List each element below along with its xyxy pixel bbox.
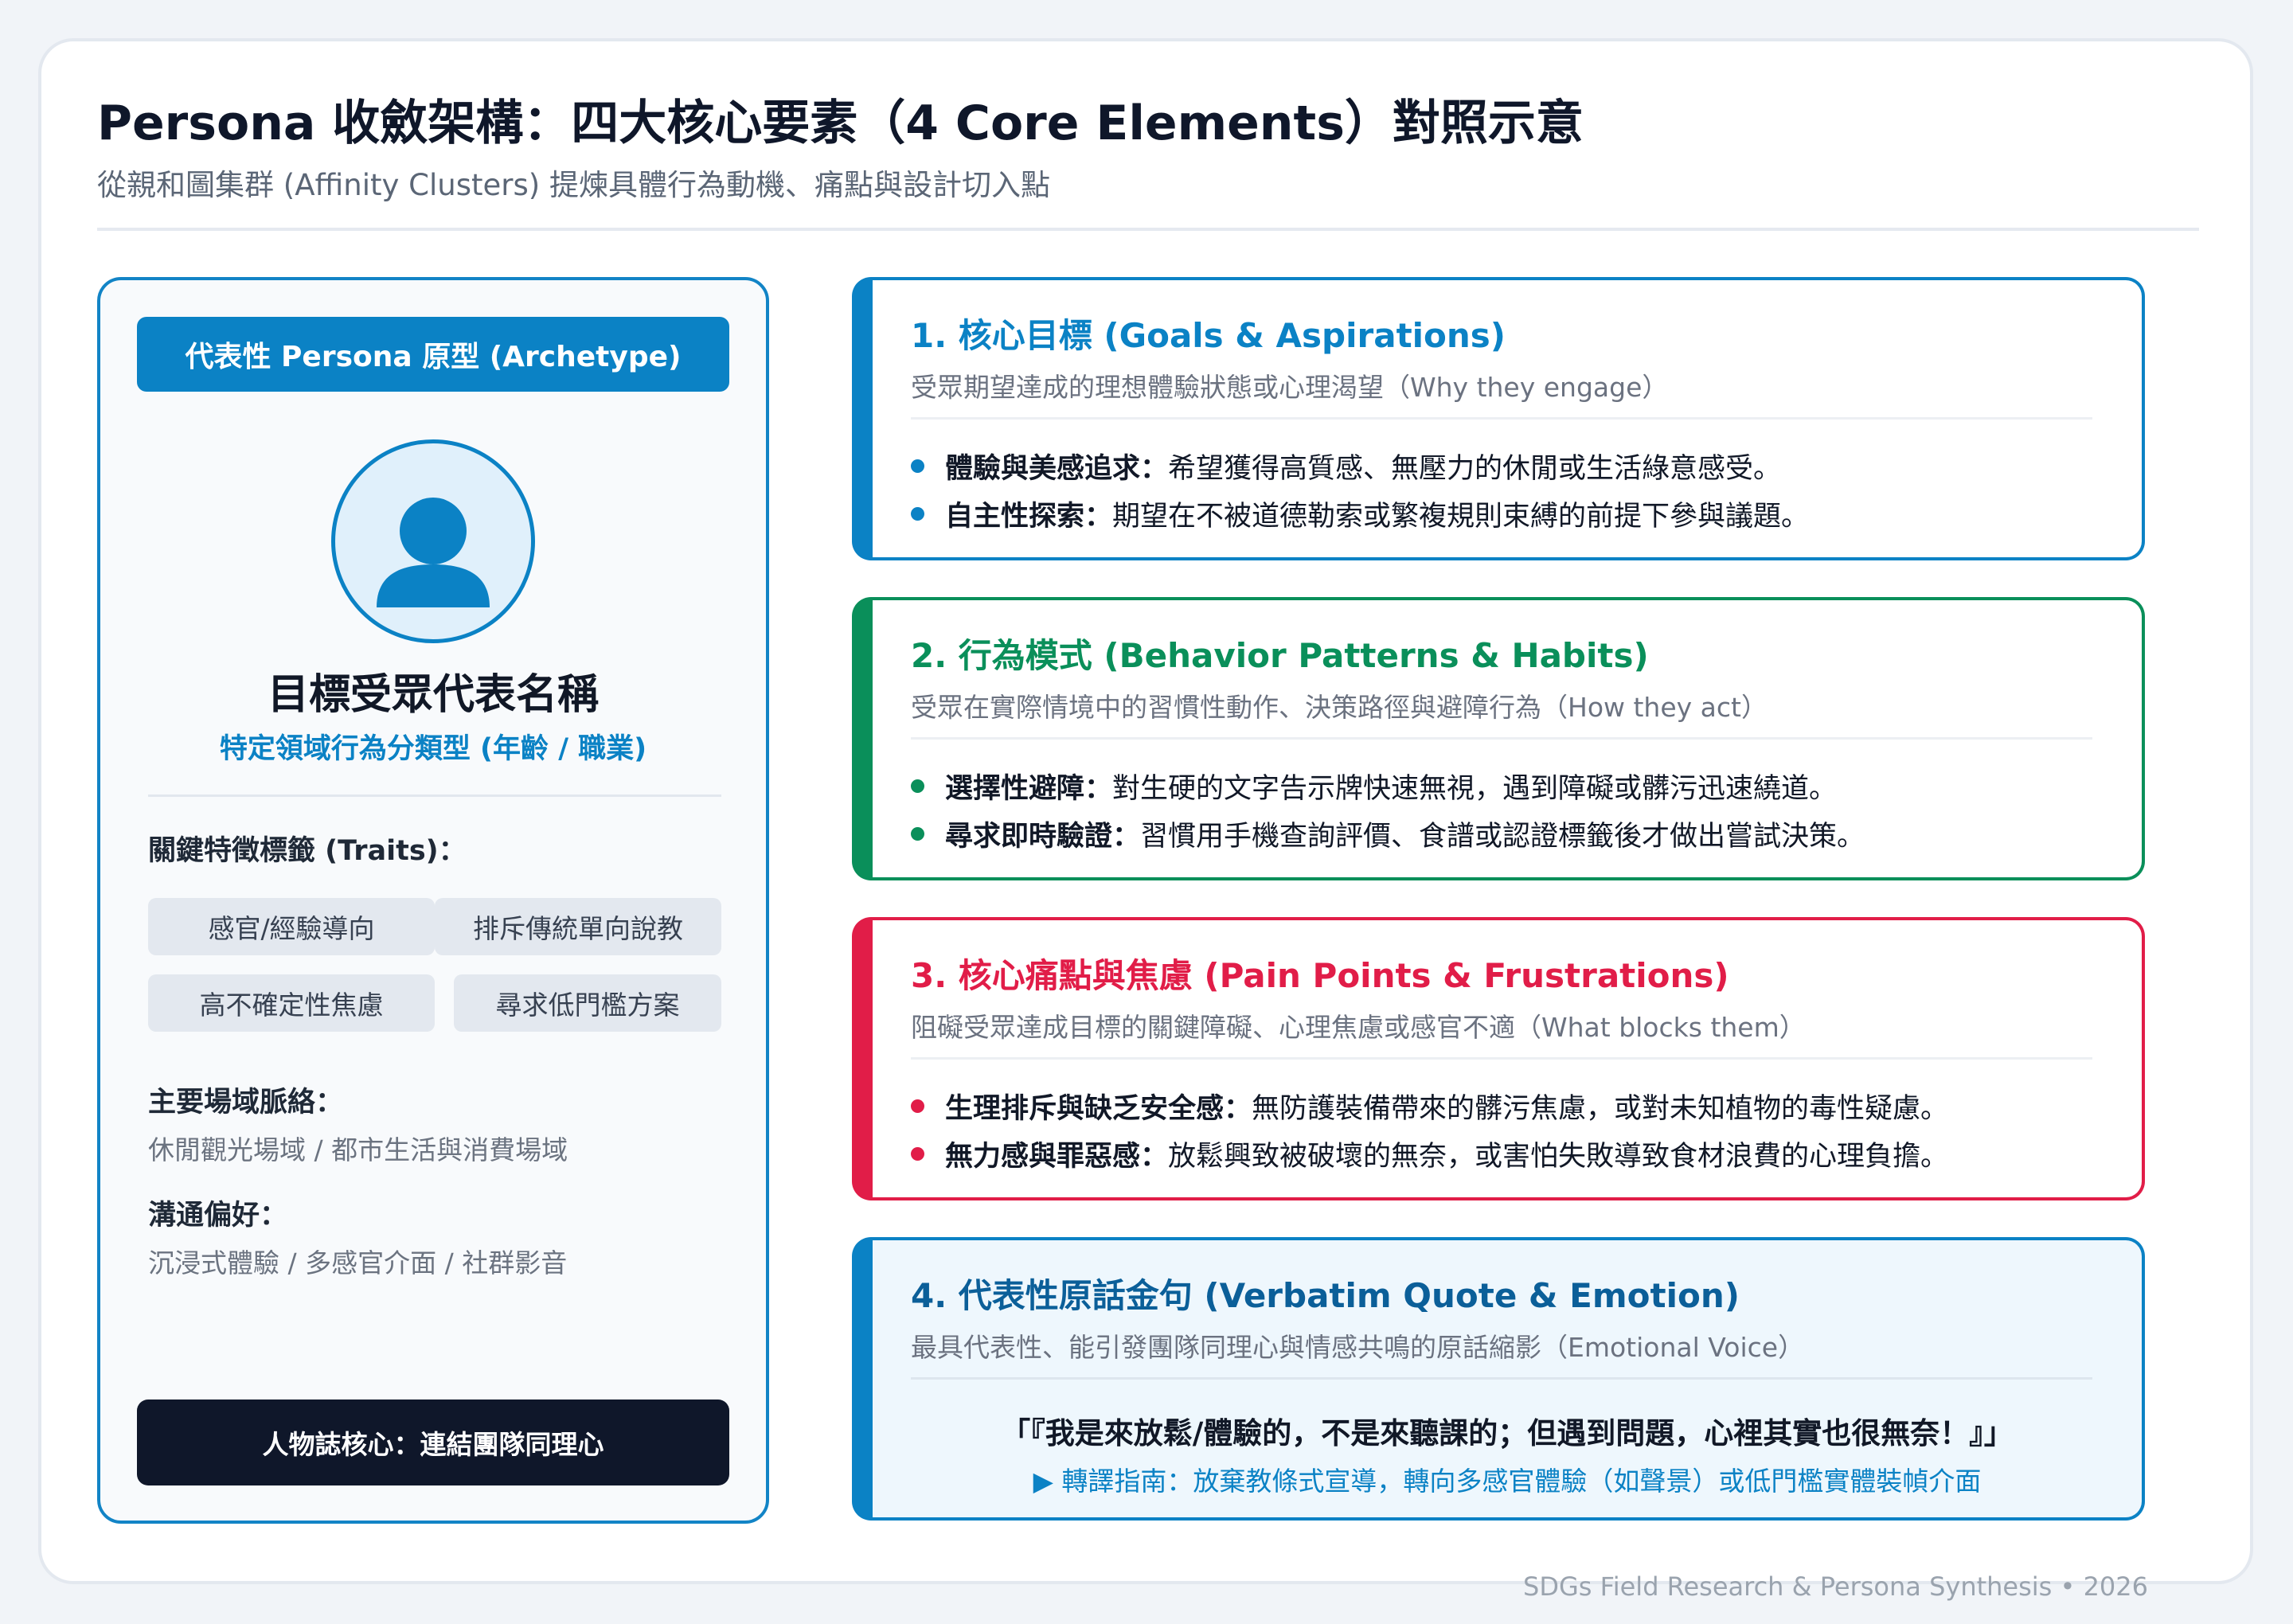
quote-desc: 最具代表性、能引發團隊同理心與情感共鳴的原話縮影（Emotional Voice… (911, 1332, 1805, 1363)
persona-name: 目標受眾代表名稱 (267, 671, 599, 719)
card-divider (911, 1057, 2092, 1060)
context-text: 休閒觀光場域 / 都市生活與消費場域 (148, 1134, 568, 1165)
bullet-text: 期望在不被道德勒索或繁複規則束縛的前提下參與議題。 (1112, 501, 1810, 533)
bullet-dot-icon (911, 1147, 924, 1161)
pain-points-card: 3. 核心痛點與焦慮 (Pain Points & Frustrations) … (852, 917, 2145, 1200)
bullet-label: 無力感與罪惡感： (945, 1141, 1169, 1173)
goals-card: 1. 核心目標 (Goals & Aspirations) 受眾期望達成的理想體… (852, 277, 2145, 560)
persona-card: 代表性 Persona 原型 (Archetype) 目標受眾代表名稱 特定領域… (97, 277, 769, 1524)
channel-text: 沉浸式體驗 / 多感官介面 / 社群影音 (148, 1247, 568, 1279)
persona-footer: 人物誌核心：連結團隊同理心 (137, 1400, 729, 1485)
traits-label: 關鍵特徵標籤 (Traits)： (148, 835, 467, 867)
page-title: Persona 收斂架構：四大核心要素（4 Core Elements）對照示意 (97, 96, 1584, 151)
page-subtitle: 從親和圖集群 (Affinity Clusters) 提煉具體行為動機、痛點與設… (97, 168, 1050, 202)
card-divider (911, 1377, 2092, 1380)
bullet-item: 體驗與美感追求：希望獲得高質感、無壓力的休閒或生活綠意感受。 (911, 446, 1781, 486)
quote-card: 4. 代表性原話金句 (Verbatim Quote & Emotion) 最具… (852, 1237, 2145, 1521)
trait-tag: 排斥傳統單向說教 (435, 898, 721, 955)
header-divider (97, 228, 2199, 231)
behavior-card: 2. 行為模式 (Behavior Patterns & Habits) 受眾在… (852, 597, 2145, 880)
pain-points-title: 3. 核心痛點與焦慮 (Pain Points & Frustrations) (911, 956, 1729, 995)
behavior-desc: 受眾在實際情境中的習慣性動作、決策路徑與避障行為（How they act） (911, 692, 1768, 723)
user-icon (377, 498, 490, 607)
behavior-title: 2. 行為模式 (Behavior Patterns & Habits) (911, 636, 1649, 675)
persona-divider (148, 794, 721, 797)
bullet-text: 放鬆興致被破壞的無奈，或害怕失敗導致食材浪費的心理負擔。 (1168, 1141, 1949, 1173)
bullet-item: 自主性探索：期望在不被道德勒索或繁複規則束縛的前提下參與議題。 (911, 494, 1809, 534)
persona-type: 特定領域行為分類型 (年齡 / 職業) (219, 733, 647, 765)
bullet-label: 生理排斥與缺乏安全感： (945, 1093, 1252, 1125)
bullet-dot-icon (911, 507, 924, 521)
bullet-label: 體驗與美感追求： (945, 453, 1169, 485)
trait-tag: 高不確定性焦慮 (148, 974, 435, 1032)
verbatim-quote: 「『我是來放鬆/體驗的，不是來聽課的；但遇到問題，心裡其實也很無奈！』」 (1001, 1416, 2014, 1450)
bullet-text: 希望獲得高質感、無壓力的休閒或生活綠意感受。 (1168, 453, 1782, 485)
card-divider (911, 417, 2092, 420)
bullet-dot-icon (911, 1099, 924, 1113)
channel-label: 溝通偏好： (148, 1200, 288, 1232)
bullet-item: 選擇性避障：對生硬的文字告示牌快速無視，遇到障礙或髒污迅速繞道。 (911, 766, 1837, 806)
footer-credit: SDGs Field Research & Persona Synthesis … (1523, 1571, 2148, 1602)
bullet-item: 生理排斥與缺乏安全感：無防護裝備帶來的髒污焦慮，或對未知植物的毒性疑慮。 (911, 1086, 1948, 1126)
avatar (331, 439, 535, 643)
bullet-item: 無力感與罪惡感：放鬆興致被破壞的無奈，或害怕失敗導致食材浪費的心理負擔。 (911, 1134, 1948, 1174)
pain-points-desc: 阻礙受眾達成目標的關鍵障礙、心理焦慮或感官不適（What blocks them… (911, 1012, 1806, 1043)
bullet-text: 對生硬的文字告示牌快速無視，遇到障礙或髒污迅速繞道。 (1112, 773, 1838, 805)
bullet-text: 無防護裝備帶來的髒污焦慮，或對未知植物的毒性疑慮。 (1252, 1093, 1949, 1125)
goals-title: 1. 核心目標 (Goals & Aspirations) (911, 316, 1506, 355)
bullet-label: 選擇性避障： (945, 773, 1113, 805)
card-divider (911, 737, 2092, 740)
persona-banner: 代表性 Persona 原型 (Archetype) (137, 317, 729, 392)
trait-tag: 尋求低門檻方案 (454, 974, 721, 1032)
goals-desc: 受眾期望達成的理想體驗狀態或心理渴望（Why they engage） (911, 372, 1669, 403)
bullet-label: 自主性探索： (945, 501, 1113, 533)
bullet-dot-icon (911, 827, 924, 841)
page-card: Persona 收斂架構：四大核心要素（4 Core Elements）對照示意… (38, 38, 2253, 1602)
context-label: 主要場域脈絡： (148, 1087, 344, 1118)
bullet-dot-icon (911, 779, 924, 793)
translation-guide: ▶ 轉譯指南：放棄教條式宣導，轉向多感官體驗（如聲景）或低門檻實體裝幀介面 (1033, 1466, 1982, 1497)
bullet-item: 尋求即時驗證：習慣用手機查詢評價、食譜或認證標籤後才做出嘗試決策。 (911, 814, 1865, 854)
bullet-text: 習慣用手機查詢評價、食譜或認證標籤後才做出嘗試決策。 (1140, 821, 1865, 853)
bullet-label: 尋求即時驗證： (945, 821, 1141, 853)
trait-tag: 感官/經驗導向 (148, 898, 435, 955)
bullet-dot-icon (911, 459, 924, 473)
quote-title: 4. 代表性原話金句 (Verbatim Quote & Emotion) (911, 1276, 1740, 1315)
